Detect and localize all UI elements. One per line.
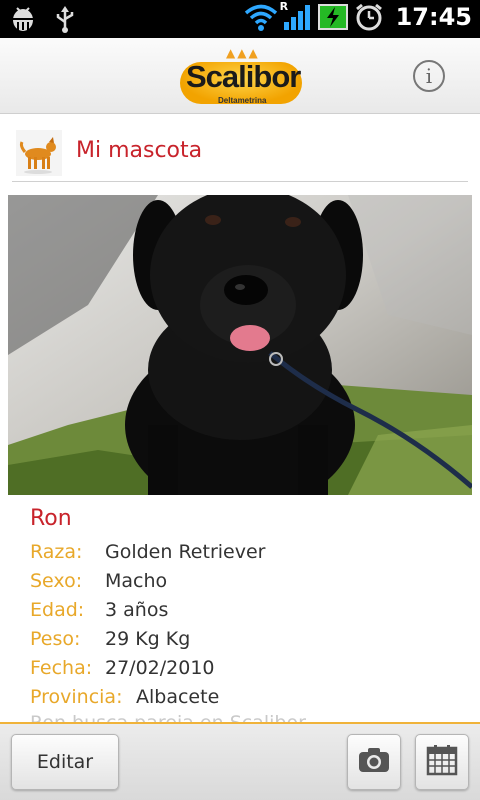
section-title: Mi mascota <box>76 138 203 163</box>
calendar-icon <box>426 744 458 780</box>
app-header: ▲▲▲ Scalibor Deltametrina i <box>0 38 480 114</box>
detail-row-sex: Sexo: Macho <box>30 567 167 596</box>
crown-icon: ▲▲▲ <box>226 46 260 60</box>
scalibor-logo: ▲▲▲ Scalibor Deltametrina <box>180 46 302 108</box>
detail-value: Golden Retriever <box>105 541 266 563</box>
detail-value: 29 Kg Kg <box>105 628 191 650</box>
detail-row-province: Provincia: Albacete <box>30 683 219 712</box>
logo-subtitle: Deltametrina <box>218 96 267 105</box>
detail-row-breed: Raza: Golden Retriever <box>30 538 265 567</box>
pet-photo <box>8 195 472 495</box>
usb-icon <box>50 4 80 34</box>
alarm-icon <box>354 2 384 32</box>
detail-label: Peso: <box>30 628 81 650</box>
camera-icon <box>357 746 391 778</box>
logo-wordmark: Scalibor <box>186 59 301 94</box>
wifi-icon <box>244 2 277 32</box>
detail-label: Fecha: <box>30 657 93 679</box>
detail-label: Edad: <box>30 599 85 621</box>
camera-button[interactable] <box>347 734 401 790</box>
battery-charging-icon <box>317 2 348 32</box>
status-bar: R 17:45 <box>0 0 480 38</box>
detail-label: Provincia: <box>30 686 123 708</box>
detail-row-age: Edad: 3 años <box>30 596 168 625</box>
clock: 17:45 <box>395 3 472 31</box>
detail-label: Raza: <box>30 541 83 563</box>
edit-button[interactable]: Editar <box>11 734 119 790</box>
signal-icon: R <box>279 0 312 32</box>
detail-value: Albacete <box>136 686 220 708</box>
detail-label: Sexo: <box>30 570 83 592</box>
detail-row-date: Fecha: 27/02/2010 <box>30 654 215 683</box>
calendar-button[interactable] <box>415 734 469 790</box>
android-debug-icon <box>8 4 38 34</box>
info-icon[interactable]: i <box>413 60 445 92</box>
section-header: Mi mascota <box>12 126 468 182</box>
dog-icon <box>16 130 62 176</box>
detail-value: 3 años <box>105 599 169 621</box>
bottom-toolbar: Editar <box>0 722 480 800</box>
pet-name: Ron <box>30 506 72 531</box>
roaming-label: R <box>279 0 289 13</box>
detail-value: Macho <box>105 570 168 592</box>
detail-value: 27/02/2010 <box>105 657 215 679</box>
detail-row-weight: Peso: 29 Kg Kg <box>30 625 190 654</box>
